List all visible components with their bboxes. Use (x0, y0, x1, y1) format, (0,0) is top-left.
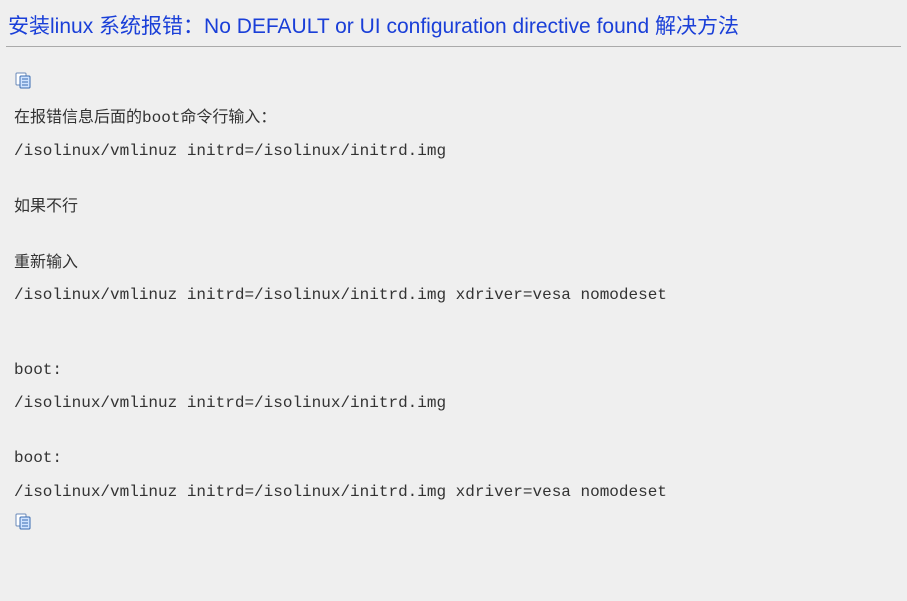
command-1: /isolinux/vmlinuz initrd=/isolinux/initr… (14, 138, 893, 165)
intro-boot-word: boot (142, 109, 180, 127)
intro-line: 在报错信息后面的boot命令行输入： (14, 104, 893, 132)
command-4: /isolinux/vmlinuz initrd=/isolinux/initr… (14, 479, 893, 506)
command-3: /isolinux/vmlinuz initrd=/isolinux/initr… (14, 390, 893, 417)
intro-suffix: 命令行输入： (180, 109, 276, 126)
retype-line: 重新输入 (14, 249, 893, 276)
page-title: 安装linux 系统报错：No DEFAULT or UI configurat… (0, 0, 907, 46)
copy-icon[interactable] (14, 71, 32, 89)
command-2: /isolinux/vmlinuz initrd=/isolinux/initr… (14, 282, 893, 309)
copy-icon[interactable] (14, 512, 32, 530)
boot-prompt-2: boot: (14, 445, 893, 472)
if-not-line: 如果不行 (14, 193, 893, 220)
intro-prefix: 在报错信息后面的 (14, 109, 142, 126)
boot-prompt-1: boot: (14, 357, 893, 384)
article-content: 在报错信息后面的boot命令行输入： /isolinux/vmlinuz ini… (0, 47, 907, 555)
